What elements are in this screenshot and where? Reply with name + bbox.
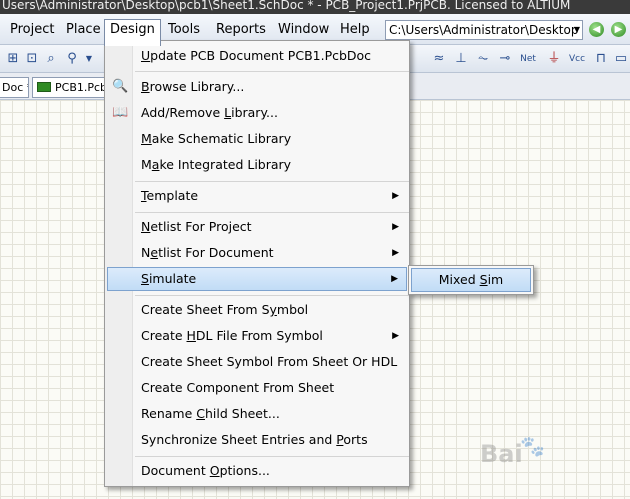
menu-separator [135, 181, 409, 182]
tab-pcb1[interactable]: PCB1.Pcb [32, 77, 106, 98]
path-combobox[interactable]: C:\Users\Administrator\Desktop ▼ [385, 20, 583, 40]
menu-separator [135, 71, 409, 72]
forward-arrow-icon[interactable]: ▶ [611, 22, 626, 37]
menu-help[interactable]: Help [335, 20, 375, 42]
zoom-area-icon[interactable]: ⊡ [23, 50, 41, 68]
zoom-selected-icon[interactable]: ⌕ [42, 50, 60, 68]
menu-template[interactable]: Template ▶ [107, 184, 407, 208]
bus-icon[interactable]: ≈ [430, 50, 448, 68]
menu-simulate[interactable]: Simulate ▶ [107, 267, 407, 291]
menu-rename-child-sheet[interactable]: Rename Child Sheet... [107, 402, 407, 426]
menu-create-component-from-sheet[interactable]: Create Component From Sheet [107, 376, 407, 400]
submenu-arrow-icon: ▶ [392, 248, 399, 258]
menu-create-sheet-from-symbol[interactable]: Create Sheet From Symbol [107, 298, 407, 322]
vcc-icon[interactable]: Vcc [568, 50, 586, 68]
menu-place[interactable]: Place [61, 20, 106, 42]
menu-synchronize-sheet-entries[interactable]: Synchronize Sheet Entries and Ports [107, 428, 407, 452]
watermark: 🐾 Bai [480, 434, 545, 468]
menu-update-pcb-document[interactable]: Update PCB Document PCB1.PcbDoc [107, 44, 407, 68]
menu-reports[interactable]: Reports [211, 20, 271, 42]
menu-separator [135, 456, 409, 457]
simulate-submenu: Mixed Sim [408, 265, 534, 295]
submenu-arrow-icon: ▶ [392, 191, 399, 201]
submenu-arrow-icon: ▶ [392, 331, 399, 341]
menu-separator [135, 295, 409, 296]
submenu-arrow-icon: ▶ [392, 222, 399, 232]
sheet-icon[interactable]: ▭ [612, 50, 630, 68]
toolbar-dropdown-icon[interactable]: ▼ [80, 50, 98, 68]
dropdown-arrow-icon[interactable]: ▼ [574, 21, 580, 39]
submenu-arrow-icon: ▶ [391, 274, 398, 284]
ground-icon[interactable]: ⏚ [545, 50, 563, 68]
menu-add-remove-library[interactable]: 📖 Add/Remove Library... [107, 101, 407, 125]
net-icon[interactable]: Net [519, 50, 537, 68]
menu-browse-library[interactable]: 🔍 Browse Library... [107, 75, 407, 99]
window-title: Users\Administrator\Desktop\pcb1\Sheet1.… [0, 0, 630, 14]
filter-icon[interactable]: ⚲ [63, 50, 81, 68]
paw-icon: 🐾 [520, 434, 545, 458]
menu-netlist-for-document[interactable]: Netlist For Document ▶ [107, 241, 407, 265]
net-label-icon[interactable]: ⏦ [474, 50, 492, 68]
bus-entry-icon[interactable]: ⊥ [452, 50, 470, 68]
library-book-icon: 📖 [112, 105, 129, 120]
menu-tools[interactable]: Tools [163, 20, 205, 42]
menu-make-schematic-library[interactable]: Make Schematic Library [107, 127, 407, 151]
menu-document-options[interactable]: Document Options... [107, 459, 407, 483]
zoom-fit-icon[interactable]: ⊞ [4, 50, 22, 68]
tab-sheet1[interactable]: Doc * [0, 77, 29, 98]
design-dropdown-menu: Update PCB Document PCB1.PcbDoc 🔍 Browse… [104, 40, 410, 487]
browse-library-icon: 🔍 [112, 79, 129, 94]
component-icon[interactable]: ⊓ [592, 50, 610, 68]
menu-create-sheet-symbol-from-sheet[interactable]: Create Sheet Symbol From Sheet Or HDL [107, 350, 407, 374]
menu-project[interactable]: Project [5, 20, 59, 42]
menu-make-integrated-library[interactable]: Make Integrated Library [107, 153, 407, 177]
wire-icon[interactable]: ⊸ [496, 50, 514, 68]
menu-window[interactable]: Window [273, 20, 334, 42]
menu-create-hdl-file-from-symbol[interactable]: Create HDL File From Symbol ▶ [107, 324, 407, 348]
menu-netlist-for-project[interactable]: Netlist For Project ▶ [107, 215, 407, 239]
menu-mixed-sim[interactable]: Mixed Sim [411, 268, 531, 292]
pcb-doc-icon [37, 82, 51, 92]
menu-design[interactable]: Design [104, 19, 161, 46]
back-arrow-icon[interactable]: ◀ [589, 22, 604, 37]
menu-separator [135, 212, 409, 213]
